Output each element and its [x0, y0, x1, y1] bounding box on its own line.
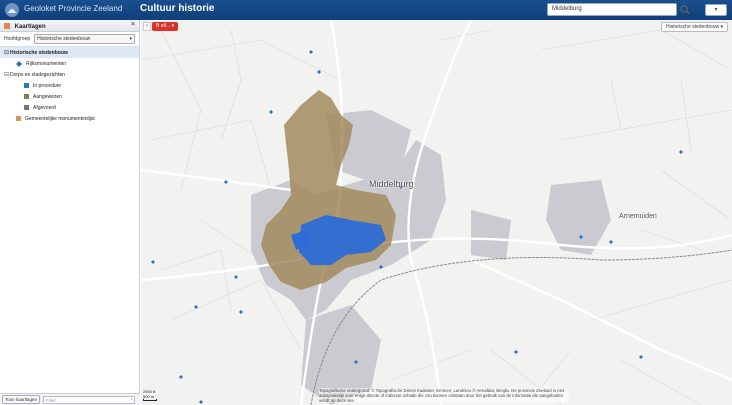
legend-swatch	[24, 83, 29, 88]
tree-item-label: Gemeentelijke monumentenlijst	[25, 115, 95, 122]
province-logo-icon	[5, 3, 19, 17]
tree-item-in-procedure[interactable]: In procedure	[0, 80, 139, 91]
city-label-middelburg: Middelburg	[369, 179, 414, 189]
scale-line	[143, 399, 157, 401]
filter-placeholder: Filter	[46, 397, 57, 403]
layers-icon	[4, 23, 10, 29]
tree-item-afgevoerd[interactable]: Afgevoerd	[0, 102, 139, 113]
active-layer-badge[interactable]: B elf... ▾	[152, 22, 179, 31]
group-label: Hoofdgroep	[4, 36, 31, 42]
app-header: Geoloket Provincie Zeeland Cultuur histo…	[0, 0, 732, 20]
collapse-panel-button[interactable]: ‹	[143, 22, 151, 31]
tree-item-label: Aangewezen	[33, 93, 62, 100]
monument-diamond-icon	[16, 60, 22, 67]
scale-label: 2500 ft 500 m	[143, 389, 156, 399]
layers-panel-title: Kaartlagen	[14, 24, 46, 30]
map-attribution: Topografische ondergrond: © Topografisch…	[319, 388, 569, 403]
tree-item-label: Rijksmonumenten	[26, 60, 67, 67]
group-select[interactable]: Historische stedenbouw ▾	[34, 34, 135, 44]
map-view[interactable]: ‹ B elf... ▾ Historische stedenbouw ▾ Mi…	[141, 20, 732, 405]
app-name: Geoloket Provincie Zeeland	[24, 4, 123, 13]
search-input[interactable]: Middelburg	[547, 3, 677, 16]
tree-item-dorps-en-stadsgezichten[interactable]: ⊟ Dorps en stadsgezichten	[0, 69, 139, 80]
tree-item-label: Dorps en stadsgezichten	[10, 71, 66, 78]
tree-item-historische-stedenbouw[interactable]: ⊟ Historische stedenbouw	[0, 47, 139, 58]
layers-panel: Kaartlagen × Hoofdgroep Historische sted…	[0, 20, 140, 405]
legend-swatch	[24, 105, 29, 110]
legend-swatch	[24, 94, 29, 99]
chevron-down-icon: ▾	[129, 36, 132, 42]
tree-item-label: Historische stedenbouw	[10, 49, 68, 56]
options-dropdown[interactable]: ▾	[705, 4, 727, 16]
search-icon[interactable]	[679, 4, 691, 15]
show-layers-button[interactable]: Toon kaartlagen	[2, 395, 41, 404]
railway	[310, 249, 732, 405]
group-selector-row: Hoofdgroep Historische stedenbouw ▾	[0, 32, 139, 46]
filter-input[interactable]: Filter ×	[43, 395, 136, 404]
tree-item-rijksmonumenten[interactable]: Rijksmonumenten	[0, 58, 139, 69]
close-icon[interactable]: ×	[131, 21, 135, 28]
tree-item-label: Afgevoerd	[33, 104, 56, 111]
layer-tree: ⊟ Historische stedenbouw Rijksmonumenten…	[0, 46, 139, 124]
layers-panel-header: Kaartlagen ×	[0, 20, 139, 32]
layers-panel-footer: Toon kaartlagen Filter ×	[0, 393, 140, 405]
page-title: Cultuur historie	[140, 3, 215, 14]
group-select-value: Historische stedenbouw	[37, 36, 91, 42]
city-label-arnemuiden: Arnemuiden	[619, 213, 657, 220]
tree-item-gemeentelijke-monumentenlijst[interactable]: Gemeentelijke monumentenlijst	[0, 113, 139, 124]
tree-item-aangewezen[interactable]: Aangewezen	[0, 91, 139, 102]
tree-item-label: In procedure	[33, 82, 62, 89]
scale-bar: 2500 ft 500 m	[143, 389, 157, 401]
legend-swatch	[16, 116, 21, 121]
clear-filter-icon[interactable]: ×	[130, 397, 133, 402]
basemap-selector-button[interactable]: Historische stedenbouw ▾	[661, 22, 728, 32]
